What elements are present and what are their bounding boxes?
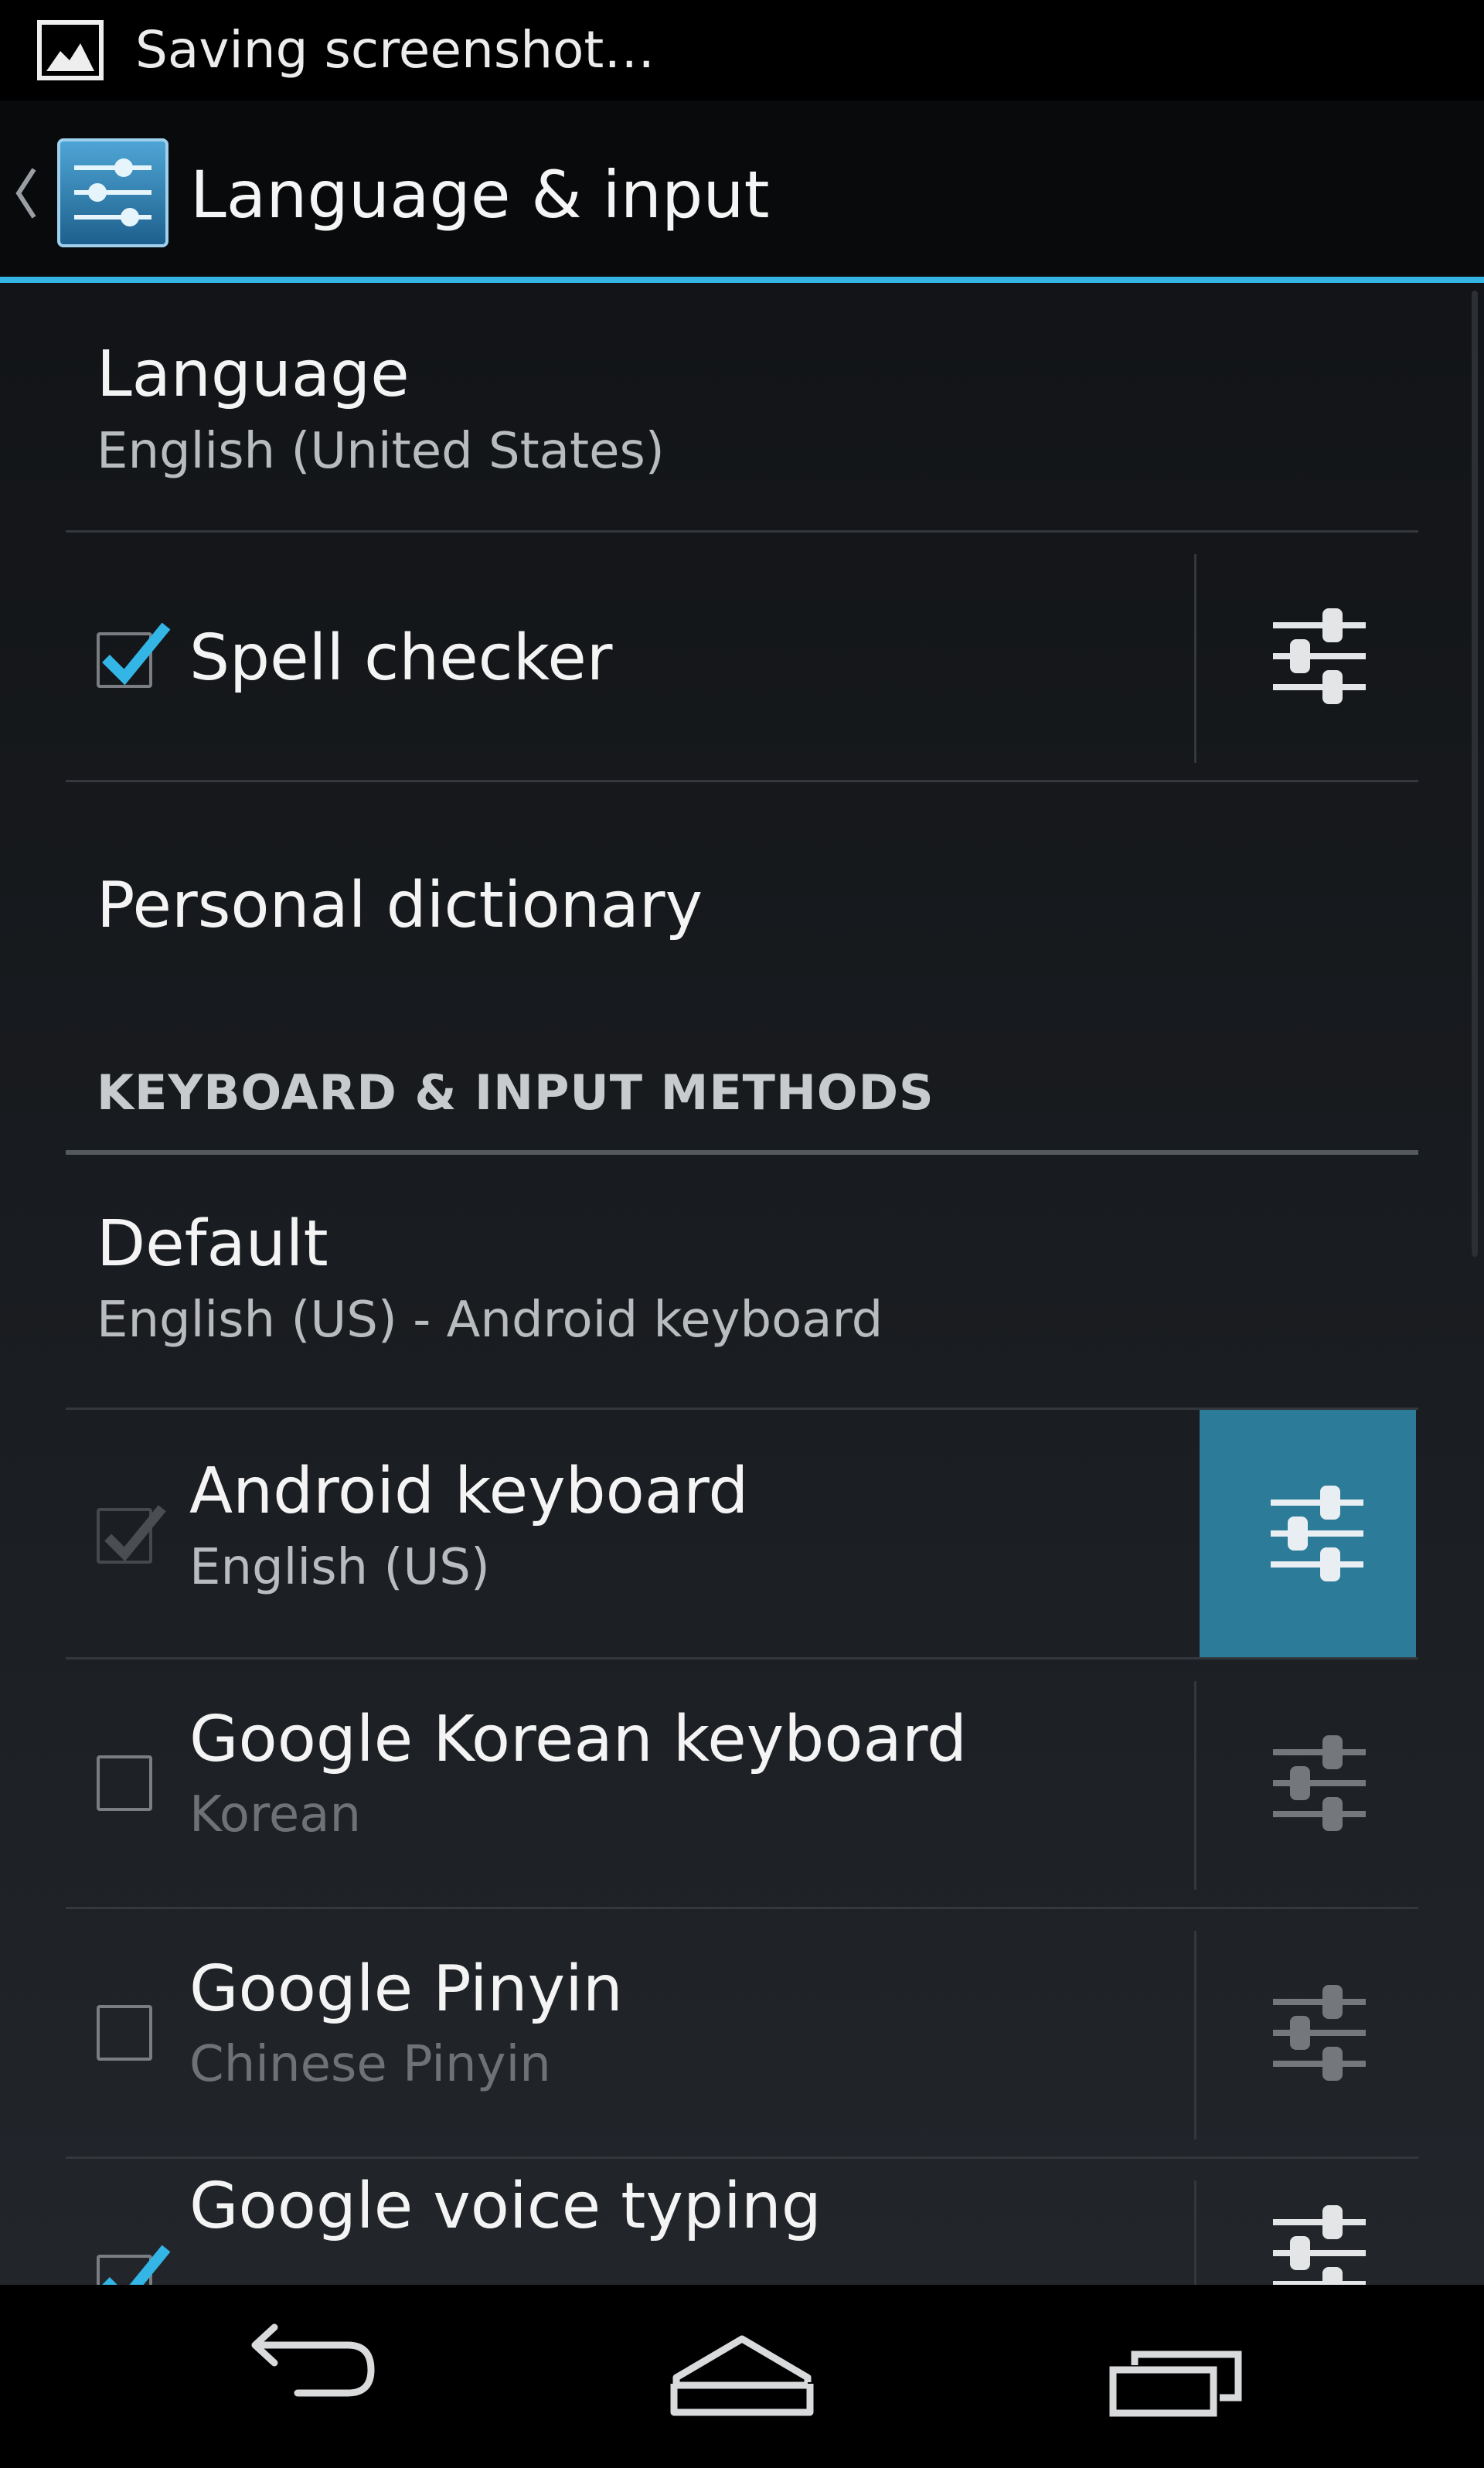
recents-button[interactable] — [1020, 2285, 1329, 2468]
vertical-divider — [1194, 554, 1196, 763]
android-keyboard-settings-button[interactable] — [1200, 1410, 1416, 1657]
spell-checker-checkbox[interactable] — [97, 622, 171, 688]
home-button[interactable] — [587, 2285, 897, 2468]
vertical-divider — [1194, 1931, 1196, 2140]
navigation-bar — [0, 2285, 1484, 2468]
language-summary: English (United States) — [97, 423, 665, 480]
checkmark-icon — [102, 2245, 171, 2285]
google-korean-settings-button[interactable] — [1202, 1660, 1418, 1907]
vertical-divider — [1194, 2180, 1196, 2285]
checkmark-icon — [102, 622, 171, 686]
google-voice-typing-settings-button[interactable] — [1202, 2159, 1418, 2285]
section-header: KEYBOARD & INPUT METHODS — [97, 1064, 934, 1121]
settings-sliders-icon — [1271, 1486, 1363, 1581]
input-method-title: Google voice typing — [189, 2170, 822, 2243]
screen-title: Language & input — [190, 157, 770, 233]
language-preference[interactable]: Language English (United States) — [66, 283, 1418, 530]
back-button[interactable] — [155, 2285, 464, 2468]
home-icon — [670, 2335, 814, 2416]
google-pinyin-checkbox[interactable] — [97, 2005, 152, 2061]
google-korean-checkbox[interactable] — [97, 1755, 152, 1811]
action-bar: Language & input — [0, 100, 1484, 278]
settings-sliders-icon[interactable] — [56, 137, 170, 249]
input-method-summary: Korean — [189, 1786, 361, 1843]
settings-sliders-icon — [1273, 1985, 1366, 2081]
up-caret-icon[interactable] — [14, 166, 37, 220]
google-pinyin-settings-button[interactable] — [1202, 1909, 1418, 2157]
status-bar: Saving screenshot… — [0, 0, 1484, 100]
notification-text: Saving screenshot… — [135, 20, 655, 80]
action-bar-divider — [0, 277, 1484, 283]
default-title: Default — [97, 1207, 328, 1281]
input-method-summary: English (US) — [189, 1539, 490, 1596]
vertical-divider — [1194, 1681, 1196, 1890]
image-icon — [37, 20, 104, 80]
back-icon — [251, 2323, 375, 2397]
recents-icon — [1109, 2351, 1242, 2417]
personal-dictionary-preference[interactable]: Personal dictionary — [66, 782, 1418, 1014]
checkmark-icon — [104, 1505, 166, 1561]
settings-list[interactable]: Language English (United States) Spell c… — [0, 283, 1484, 2285]
settings-sliders-icon — [1273, 608, 1366, 704]
input-method-summary: Chinese Pinyin — [189, 2036, 551, 2093]
spell-checker-title: Spell checker — [189, 621, 613, 695]
spell-checker-settings-button[interactable] — [1202, 533, 1418, 780]
input-method-title: Google Korean keyboard — [189, 1703, 968, 1776]
settings-sliders-icon — [1273, 1735, 1366, 1831]
personal-dictionary-title: Personal dictionary — [97, 869, 703, 942]
settings-sliders-icon — [1273, 2205, 1366, 2285]
default-summary: English (US) - Android keyboard — [97, 1292, 883, 1349]
android-keyboard-checkbox — [97, 1505, 166, 1564]
language-title: Language — [97, 338, 410, 411]
input-method-title: Android keyboard — [189, 1455, 749, 1528]
input-method-title: Google Pinyin — [189, 1952, 623, 2026]
default-input-method-preference[interactable]: Default English (US) - Android keyboard — [66, 1155, 1418, 1392]
google-voice-typing-checkbox[interactable] — [97, 2245, 171, 2285]
scrollbar[interactable] — [1472, 291, 1478, 1257]
